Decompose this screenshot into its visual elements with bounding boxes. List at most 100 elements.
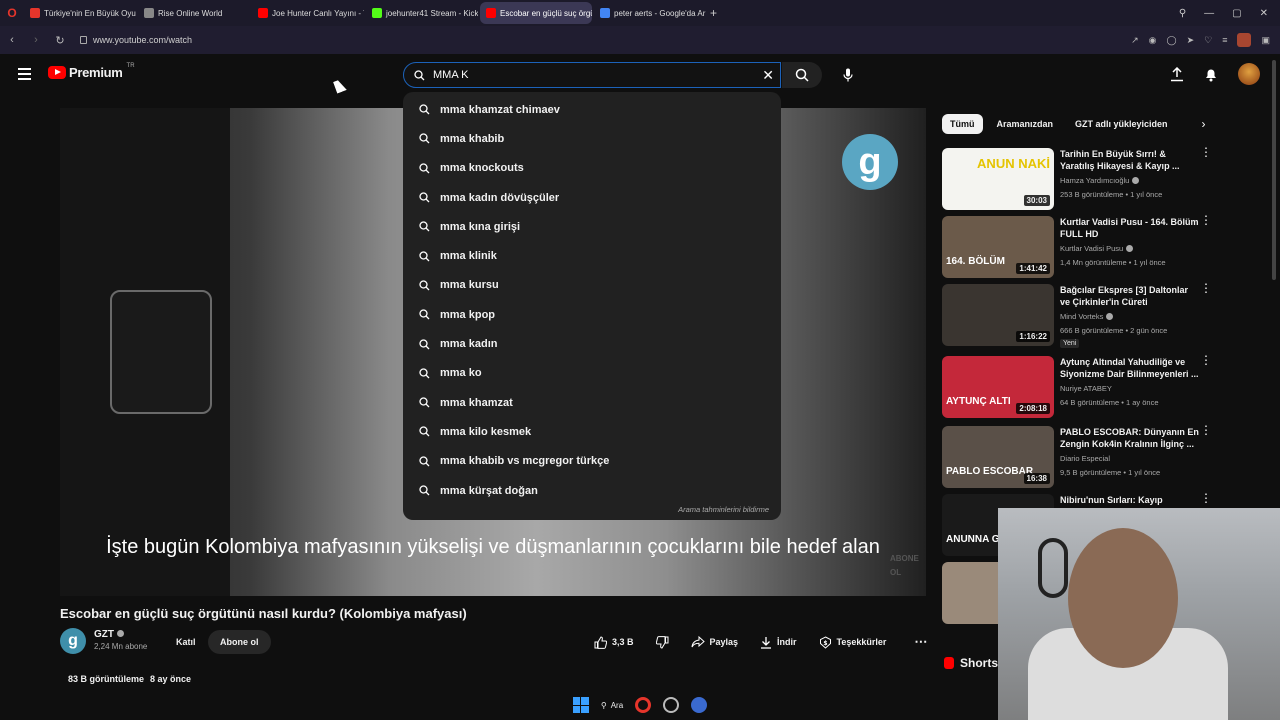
extensions-icon[interactable]: ▣ <box>1261 35 1270 46</box>
more-options-icon[interactable]: ⋮ <box>1200 492 1212 504</box>
search-icon <box>419 309 430 320</box>
suggestion-item[interactable]: mma khabib <box>403 124 781 153</box>
recommended-channel[interactable]: Hamza Yardımcıoğlu <box>1060 176 1140 185</box>
profile-avatar[interactable] <box>1237 33 1252 47</box>
hamburger-menu-icon[interactable] <box>18 68 31 83</box>
channel-name-link[interactable]: GZT <box>94 629 147 641</box>
new-tab-button[interactable]: + <box>710 6 717 20</box>
menu-icon[interactable]: ≡ <box>1222 35 1227 45</box>
chips-next-chevron-icon[interactable]: › <box>1202 117 1206 131</box>
channel-avatar[interactable]: g <box>60 628 86 654</box>
suggestion-item[interactable]: mma ko <box>403 359 781 388</box>
suggestion-item[interactable]: mma khamzat chimaev <box>403 95 781 124</box>
more-options-icon[interactable]: ⋮ <box>1200 282 1212 294</box>
camera-icon[interactable]: ◉ <box>1149 35 1157 46</box>
recommended-title[interactable]: PABLO ESCOBAR: Dünyanın En Zengin Kok4in… <box>1060 426 1200 450</box>
recommended-video[interactable]: 164. BÖLÜM 1:41:42 Kurtlar Vadisi Pusu - 1… <box>942 214 1262 280</box>
maximize-button[interactable]: ▢ <box>1232 8 1241 19</box>
recommended-title[interactable]: Aytunç Altındal Yahudiliğe ve Siyonizme … <box>1060 356 1200 380</box>
dislike-button[interactable] <box>648 632 677 652</box>
upload-icon[interactable] <box>1170 66 1184 82</box>
report-suggestions-link[interactable]: Arama tahminlerini bildirme <box>678 505 769 514</box>
browser-tab[interactable]: Türkiye'nin En Büyük Oyun <box>24 2 136 24</box>
back-button[interactable]: ‹ <box>0 34 24 46</box>
opera-taskbar-icon[interactable] <box>635 697 652 713</box>
suggestion-item[interactable]: mma kilo kesmek <box>403 417 781 446</box>
suggestion-item[interactable]: mma kadın <box>403 329 781 358</box>
like-button[interactable]: 3,3 B <box>586 632 642 652</box>
browser-tab[interactable]: Rise Online World <box>138 2 250 24</box>
recommended-channel[interactable]: Diario Especial <box>1060 454 1110 463</box>
recommended-video[interactable]: AYTUNÇ ALTI 2:08:18 Aytunç Altındal Yahudi… <box>942 354 1262 420</box>
video-thumbnail[interactable]: AYTUNÇ ALTI 2:08:18 <box>942 356 1054 418</box>
suggestion-item[interactable]: mma kına girişi <box>403 212 781 241</box>
recommended-video[interactable]: ANUN NAKİ 30:03 Tarihin En Büyük Sırrı! & … <box>942 146 1262 212</box>
recommended-title[interactable]: Bağcılar Ekspres [3] Daltonlar ve Çirkin… <box>1060 284 1200 308</box>
more-actions-button[interactable]: ⋯ <box>900 632 935 652</box>
suggestion-item[interactable]: mma knockouts <box>403 154 781 183</box>
recommended-video[interactable]: 1:16:22 Bağcılar Ekspres [3] Daltonlar ve… <box>942 282 1262 348</box>
more-options-icon[interactable]: ⋮ <box>1200 424 1212 436</box>
suggestion-item[interactable]: mma klinik <box>403 241 781 270</box>
recommended-title[interactable]: Nibiru'nun Sırları: Kayıp <box>1060 494 1200 506</box>
search-tabs-icon[interactable]: ⚲ <box>1179 8 1186 19</box>
recommended-channel[interactable]: Nuriye ATABEY <box>1060 384 1112 393</box>
video-thumbnail[interactable]: PABLO ESCOBAR 16:38 <box>942 426 1054 488</box>
search-input[interactable] <box>433 69 733 81</box>
suggestion-item[interactable]: mma khamzat <box>403 388 781 417</box>
thanks-button[interactable]: $ Teşekkürler <box>811 632 895 652</box>
suggestion-item[interactable]: mma kpop <box>403 300 781 329</box>
clear-search-icon[interactable]: ✕ <box>762 67 774 84</box>
opera-icon[interactable]: O <box>0 6 24 20</box>
verified-icon <box>1126 245 1134 252</box>
recommended-meta: 253 B görüntüleme • 1 yıl önce <box>1060 190 1163 199</box>
share-button[interactable]: Paylaş <box>683 632 747 652</box>
browser-tab[interactable]: joehunter41 Stream - Kick <box>366 2 478 24</box>
suggestion-item[interactable]: mma kürşat doğan <box>403 476 781 505</box>
recommended-channel[interactable]: Mind Vorteks <box>1060 312 1114 321</box>
close-window-button[interactable]: ✕ <box>1260 8 1268 19</box>
opera-favicon-icon <box>30 8 40 18</box>
suggestion-item[interactable]: mma khabib vs mcgregor türkçe <box>403 447 781 476</box>
suggestion-item[interactable]: mma kursu <box>403 271 781 300</box>
join-button[interactable]: Katıl <box>164 630 208 654</box>
minimize-button[interactable]: — <box>1204 8 1214 19</box>
recommended-title[interactable]: Kurtlar Vadisi Pusu - 164. Bölüm FULL HD <box>1060 216 1200 240</box>
more-options-icon[interactable]: ⋮ <box>1200 354 1212 366</box>
voice-search-button[interactable] <box>836 62 860 88</box>
subscribe-button[interactable]: Abone ol <box>208 630 271 654</box>
download-button[interactable]: İndir <box>752 632 805 652</box>
suggestion-item[interactable]: mma kadın dövüşçüler <box>403 183 781 212</box>
shield-icon[interactable]: ◯ <box>1167 35 1177 46</box>
page-scrollbar[interactable] <box>1272 60 1276 280</box>
send-icon[interactable]: ➤ <box>1187 35 1195 46</box>
browser-taskbar-icon[interactable] <box>691 697 708 713</box>
more-options-icon[interactable]: ⋮ <box>1200 214 1212 226</box>
chip-from-search[interactable]: Aramanızdan <box>989 114 1062 134</box>
taskbar-search[interactable]: ⚲ Ara <box>601 701 623 710</box>
youtube-premium-logo[interactable]: Premium TR <box>48 63 135 80</box>
video-thumbnail[interactable]: 1:16:22 <box>942 284 1054 346</box>
reload-button[interactable]: ↻ <box>48 34 72 47</box>
browser-tab[interactable]: Joe Hunter Canlı Yayını - Y <box>252 2 364 24</box>
heart-icon[interactable]: ♡ <box>1204 35 1212 46</box>
video-thumbnail[interactable]: 164. BÖLÜM 1:41:42 <box>942 216 1054 278</box>
recommended-title[interactable]: Tarihin En Büyük Sırrı! & Yaratılış Hika… <box>1060 148 1200 172</box>
browser-tab[interactable]: Escobar en güçlü suç örgü <box>480 2 592 24</box>
recommended-channel[interactable]: Kurtlar Vadisi Pusu <box>1060 244 1134 253</box>
browser-tab[interactable]: peter aerts - Google'da Ar <box>594 2 706 24</box>
notifications-bell-icon[interactable] <box>1204 67 1218 82</box>
recommended-video[interactable]: PABLO ESCOBAR 16:38 PABLO ESCOBAR: Dünyanı… <box>942 424 1262 490</box>
user-avatar[interactable] <box>1238 63 1260 85</box>
search-button[interactable] <box>782 62 822 88</box>
forward-button[interactable]: › <box>24 34 48 46</box>
search-box[interactable]: ✕ <box>403 62 781 88</box>
chip-from-uploader[interactable]: GZT adlı yükleyiciden <box>1067 114 1176 134</box>
video-thumbnail[interactable]: ANUN NAKİ 30:03 <box>942 148 1054 210</box>
chip-all[interactable]: Tümü <box>942 114 983 134</box>
url-field[interactable]: www.youtube.com/watch <box>93 35 192 45</box>
windows-start-icon[interactable] <box>572 697 589 713</box>
share-icon[interactable]: ↗ <box>1131 35 1139 46</box>
app-taskbar-icon[interactable] <box>663 697 680 713</box>
more-options-icon[interactable]: ⋮ <box>1200 146 1212 158</box>
